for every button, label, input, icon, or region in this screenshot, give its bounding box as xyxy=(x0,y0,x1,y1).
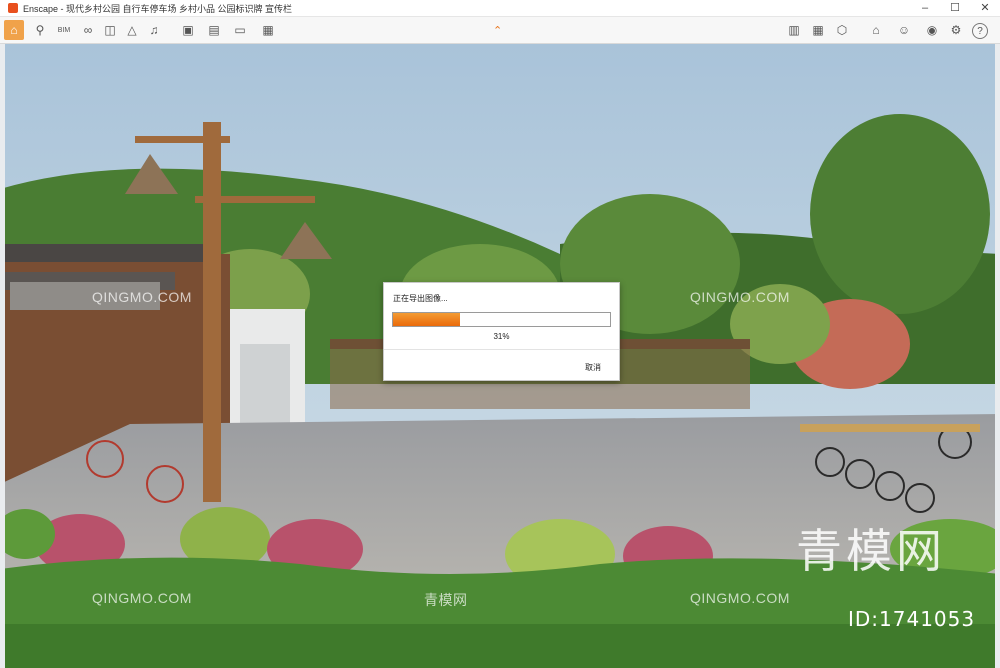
progress-fill xyxy=(393,313,461,326)
location-icon[interactable]: ⚲ xyxy=(30,20,50,40)
cube-view-icon[interactable]: ⬡ xyxy=(832,20,852,40)
minimize-button[interactable]: – xyxy=(910,0,940,16)
export-panorama-icon[interactable]: ▦ xyxy=(258,20,278,40)
help-icon[interactable]: ? xyxy=(972,23,988,39)
close-button[interactable]: ✕ xyxy=(970,0,1000,16)
dialog-title: 正在导出图像... xyxy=(393,294,448,303)
title-bar: Enscape - 现代乡村公园 自行车停车场 乡村小品 公园标识牌 宣传栏 –… xyxy=(0,0,1000,17)
export-progress-dialog: 正在导出图像... 31% 取消 xyxy=(383,282,620,381)
viewport-right-border xyxy=(995,44,1000,668)
collaboration-icon[interactable]: ⌂ xyxy=(866,20,886,40)
bim-icon[interactable]: BIM xyxy=(54,20,74,40)
collapse-caret-icon[interactable]: ⌃ xyxy=(493,24,502,37)
export-image-icon[interactable]: ▣ xyxy=(178,20,198,40)
dialog-divider xyxy=(384,349,619,350)
export-progress-bar xyxy=(392,312,611,327)
progress-percent: 31% xyxy=(493,332,510,341)
watermark-text: QINGMO.COM xyxy=(690,289,790,305)
export-video-icon[interactable]: ▭ xyxy=(230,20,250,40)
window-controls: – ☐ ✕ xyxy=(910,0,1000,16)
watermark-id: ID:1741053 xyxy=(848,607,976,631)
toolbar: ⌂ ⚲ BIM ∞ ◫ △ ♫ ▣ ▤ ▭ ▦ ⌃ ▥ ▦ ⬡ ⌂ ☺ ◉ ⚙ … xyxy=(0,17,1000,44)
settings-icon[interactable]: ⚙ xyxy=(946,20,966,40)
watermark-text: QINGMO.COM xyxy=(92,289,192,305)
map-icon[interactable]: ▥ xyxy=(784,20,804,40)
binoculars-icon[interactable]: ∞ xyxy=(78,20,98,40)
asset-library-icon[interactable]: ▦ xyxy=(808,20,828,40)
chat-icon[interactable]: ☺ xyxy=(894,20,914,40)
watermark-text: QINGMO.COM xyxy=(690,590,790,606)
window-title: Enscape - 现代乡村公园 自行车停车场 乡村小品 公园标识牌 宣传栏 xyxy=(23,3,293,14)
viewport-left-border xyxy=(0,44,5,668)
home-icon[interactable]: ⌂ xyxy=(4,20,24,40)
watermark-cn: 青模网 xyxy=(424,592,468,608)
watermark-logo-text: 青模网 xyxy=(796,524,946,578)
cancel-button[interactable]: 取消 xyxy=(585,362,601,373)
cube-icon[interactable]: ◫ xyxy=(100,20,120,40)
mountain-icon[interactable]: △ xyxy=(122,20,142,40)
visibility-icon[interactable]: ◉ xyxy=(922,20,942,40)
export-batch-icon[interactable]: ▤ xyxy=(204,20,224,40)
watermark-text: QINGMO.COM xyxy=(92,590,192,606)
maximize-button[interactable]: ☐ xyxy=(940,0,970,16)
enscape-logo-icon xyxy=(8,3,18,13)
bell-icon[interactable]: ♫ xyxy=(144,20,164,40)
